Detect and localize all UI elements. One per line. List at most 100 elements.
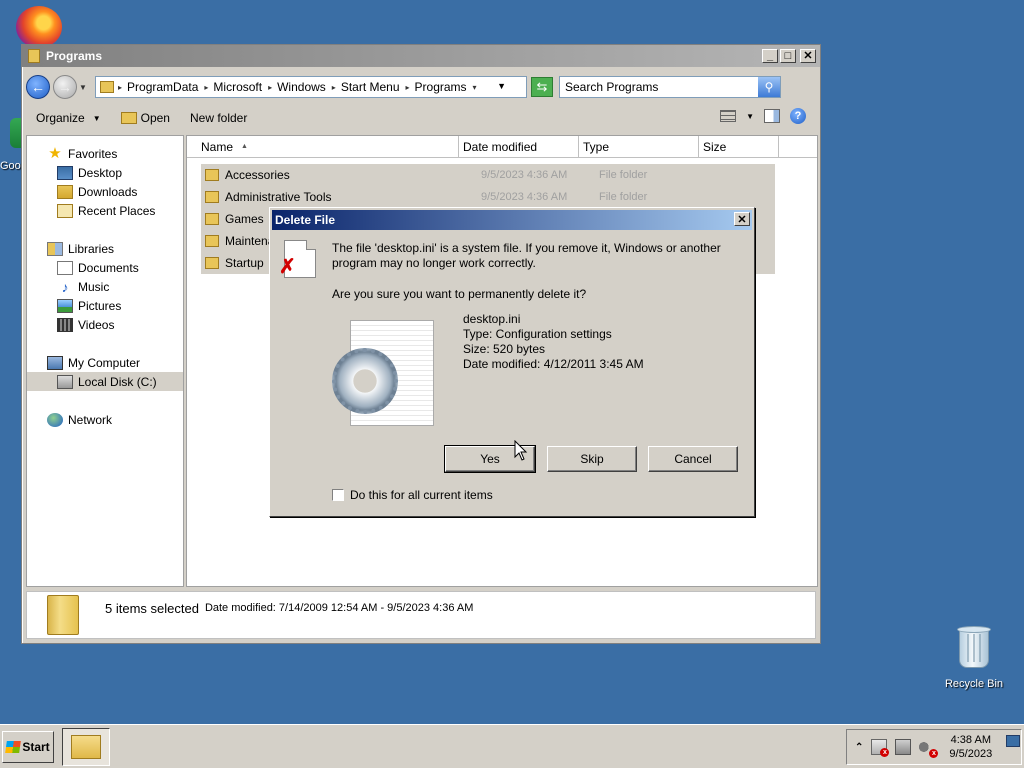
nav-documents-label: Documents xyxy=(78,260,139,275)
network-icon xyxy=(47,412,63,427)
nav-music-label: Music xyxy=(78,279,110,294)
dialog-question: Are you sure you want to permanently del… xyxy=(332,287,587,301)
cancel-button[interactable]: Cancel xyxy=(648,446,738,472)
back-button[interactable]: ← xyxy=(26,75,50,99)
nav-network[interactable]: Network xyxy=(27,410,183,429)
file-row[interactable]: Accessories 9/5/2023 4:36 AM File folder xyxy=(201,164,775,186)
nav-local-disk-label: Local Disk (C:) xyxy=(78,374,157,389)
change-view-icon[interactable] xyxy=(720,110,737,122)
gear-icon xyxy=(332,348,398,414)
maximize-button[interactable]: □ xyxy=(780,49,796,63)
chevron-right-icon[interactable]: ▸ xyxy=(268,83,272,92)
breadcrumb-windows[interactable]: Windows xyxy=(277,80,326,94)
search-icon[interactable]: ⚲ xyxy=(758,77,780,97)
forward-button[interactable]: → xyxy=(53,75,77,99)
chevron-right-icon[interactable]: ▸ xyxy=(204,83,208,92)
new-folder-button[interactable]: New folder xyxy=(180,106,257,130)
file-type: File folder xyxy=(599,191,648,203)
minimize-button[interactable]: _ xyxy=(762,49,778,63)
file-info-size: Size: 520 bytes xyxy=(463,342,546,356)
help-icon[interactable]: ? xyxy=(790,108,806,124)
apply-to-all-checkbox[interactable]: Do this for all current items xyxy=(332,488,493,502)
nav-videos[interactable]: Videos xyxy=(27,315,183,334)
nav-pictures[interactable]: Pictures xyxy=(27,296,183,315)
clock[interactable]: 4:38 AM 9/5/2023 xyxy=(949,733,992,761)
computer-icon xyxy=(47,355,63,370)
recycle-bin-label: Recycle Bin xyxy=(944,678,1004,690)
file-name: Administrative Tools xyxy=(225,190,332,204)
nav-desktop[interactable]: Desktop xyxy=(27,163,183,182)
column-header-filler xyxy=(779,136,817,158)
system-file-warning-icon: ✗ xyxy=(279,240,316,278)
start-button[interactable]: Start xyxy=(2,731,54,763)
breadcrumb-start-menu[interactable]: Start Menu xyxy=(341,80,400,94)
show-hidden-icons-icon[interactable]: ⌃ xyxy=(855,742,863,753)
sort-ascending-icon: ▲ xyxy=(241,143,248,150)
folder-icon xyxy=(205,191,219,203)
firefox-icon[interactable] xyxy=(16,6,62,48)
chevron-right-icon[interactable]: ▸ xyxy=(406,83,410,92)
column-header-date[interactable]: Date modified xyxy=(459,136,579,158)
chevron-right-icon[interactable]: ▸ xyxy=(332,83,336,92)
explorer-icon xyxy=(71,735,101,759)
recent-pages-dropdown[interactable]: ▼ xyxy=(79,83,89,92)
column-size-label: Size xyxy=(703,139,727,154)
organize-button[interactable]: Organize ▼ xyxy=(26,106,111,130)
delete-file-dialog: Delete File ✕ ✗ The file 'desktop.ini' i… xyxy=(269,207,755,517)
nav-downloads[interactable]: Downloads xyxy=(27,182,183,201)
column-name-label: Name xyxy=(201,139,234,154)
dialog-title: Delete File xyxy=(275,213,336,227)
file-info-date: Date modified: 4/12/2011 3:45 AM xyxy=(463,357,644,371)
skip-button[interactable]: Skip xyxy=(547,446,637,472)
open-folder-icon xyxy=(120,112,137,124)
nav-music[interactable]: ♪ Music xyxy=(27,277,183,296)
windows-logo-icon xyxy=(5,741,22,753)
nav-videos-label: Videos xyxy=(78,317,115,332)
nav-local-disk[interactable]: Local Disk (C:) xyxy=(27,372,183,391)
address-bar[interactable]: ▸ ProgramData ▸ Microsoft ▸ Windows ▸ Start … xyxy=(95,76,527,98)
file-row[interactable]: Administrative Tools 9/5/2023 4:36 AM File… xyxy=(201,186,775,208)
column-date-label: Date modified xyxy=(463,139,538,154)
file-info: desktop.ini Type: Configuration settings… xyxy=(463,312,644,372)
chevron-right-icon[interactable]: ▸ xyxy=(118,83,122,92)
apply-to-all-label: Do this for all current items xyxy=(350,488,493,502)
selection-count: 5 items selected xyxy=(105,600,199,616)
nav-documents[interactable]: Documents xyxy=(27,258,183,277)
chevron-down-icon[interactable]: ▾ xyxy=(473,83,477,92)
column-header-size[interactable]: Size xyxy=(699,136,779,158)
column-header-type[interactable]: Type xyxy=(579,136,699,158)
nav-my-computer[interactable]: My Computer xyxy=(27,353,183,372)
taskbar-explorer-button[interactable] xyxy=(62,728,110,766)
nav-pictures-label: Pictures xyxy=(78,298,122,313)
breadcrumb-microsoft[interactable]: Microsoft xyxy=(213,80,262,94)
file-name: Accessories xyxy=(225,168,290,182)
volume-icon[interactable]: x xyxy=(919,739,939,758)
search-placeholder: Search Programs xyxy=(565,80,659,94)
chevron-down-icon: ▼ xyxy=(92,113,101,123)
nav-libraries[interactable]: Libraries xyxy=(27,239,183,258)
address-dropdown-icon[interactable]: ▼ xyxy=(497,81,506,91)
show-desktop-icon[interactable] xyxy=(1006,735,1020,747)
column-header-name[interactable]: Name ▲ xyxy=(187,136,459,158)
search-input[interactable]: Search Programs ⚲ xyxy=(559,76,781,98)
nav-my-computer-label: My Computer xyxy=(68,355,141,370)
open-button[interactable]: Open xyxy=(111,106,180,130)
explorer-titlebar[interactable]: Programs xyxy=(22,45,820,67)
close-button[interactable]: ✕ xyxy=(800,49,816,63)
folder-stack-icon xyxy=(47,595,79,635)
nav-favorites[interactable]: ★ Favorites xyxy=(27,144,183,163)
breadcrumb-programdata[interactable]: ProgramData xyxy=(127,80,198,94)
folder-icon xyxy=(205,257,219,269)
breadcrumb-programs[interactable]: Programs xyxy=(415,80,467,94)
refresh-button[interactable]: ⇆ xyxy=(531,77,553,97)
nav-recent-places[interactable]: Recent Places xyxy=(27,201,183,220)
dialog-titlebar[interactable]: Delete File ✕ xyxy=(272,210,752,230)
action-center-icon[interactable]: x xyxy=(871,739,890,757)
preview-pane-icon[interactable] xyxy=(764,109,780,123)
dialog-close-button[interactable]: ✕ xyxy=(734,212,750,226)
recycle-bin-desktop-icon[interactable]: Recycle Bin xyxy=(938,624,1010,690)
folder-icon xyxy=(205,235,219,247)
view-dropdown-icon[interactable]: ▼ xyxy=(746,112,754,121)
checkbox-box[interactable] xyxy=(332,489,344,501)
network-status-icon[interactable] xyxy=(895,739,912,755)
